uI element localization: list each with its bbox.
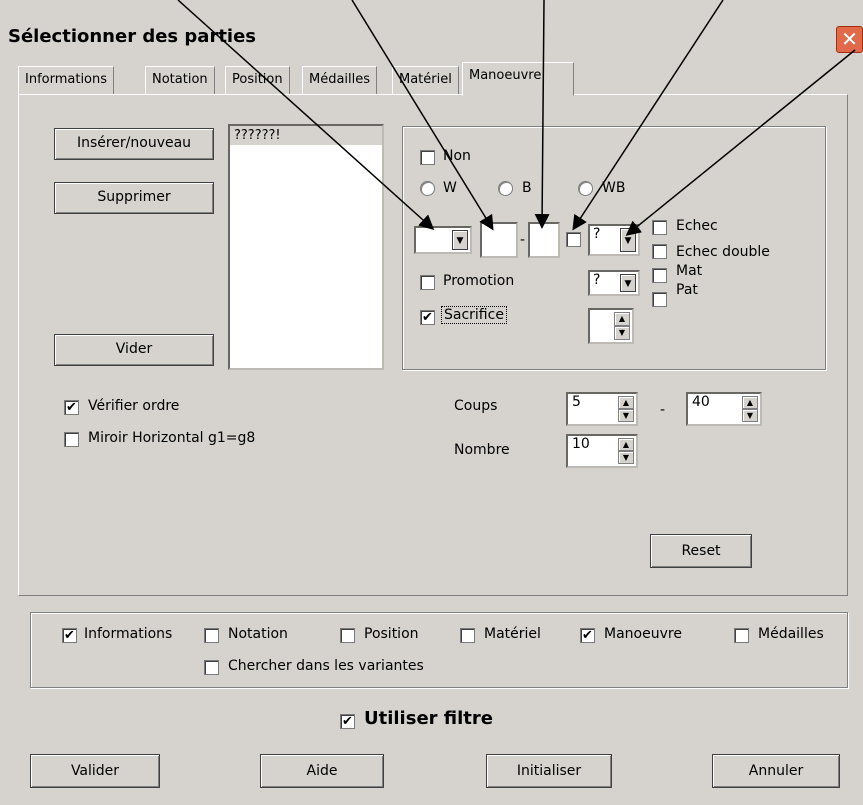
coups-to-value: 40 — [692, 394, 710, 410]
promotion-checkbox[interactable] — [420, 275, 435, 290]
clear-button[interactable]: Vider — [54, 334, 214, 366]
to-square-input[interactable] — [528, 222, 560, 258]
piece-dropdown[interactable]: ▼ — [414, 226, 472, 254]
tab-notation[interactable]: Notation — [145, 66, 215, 94]
spin-up-icon[interactable]: ▲ — [618, 438, 634, 451]
delete-button[interactable]: Supprimer — [54, 182, 214, 214]
sacrifice-label: Sacrifice — [441, 306, 507, 324]
mat-label: Mat — [676, 263, 703, 279]
verify-order-label: Vérifier ordre — [88, 398, 180, 414]
filter-medailles-checkbox[interactable] — [734, 628, 749, 643]
capture-checkbox[interactable] — [566, 232, 581, 247]
sacrifice-checkbox[interactable]: ✔ — [420, 310, 435, 325]
use-filter-checkbox[interactable]: ✔ — [340, 714, 355, 729]
pat-label: Pat — [676, 282, 698, 298]
close-button[interactable]: ✕ — [836, 26, 863, 53]
spin-down-icon[interactable]: ▼ — [618, 409, 634, 422]
mat-checkbox[interactable] — [652, 268, 667, 283]
validate-button[interactable]: Valider — [30, 754, 160, 788]
echec-checkbox[interactable] — [652, 220, 667, 235]
echec-label: Echec — [676, 218, 718, 234]
nombre-spinner[interactable]: 10 ▲ ▼ — [566, 434, 638, 468]
radio-b[interactable] — [498, 181, 513, 196]
spin-down-icon[interactable]: ▼ — [742, 409, 758, 422]
chevron-down-icon[interactable]: ▼ — [620, 228, 636, 252]
search-variants-label: Chercher dans les variantes — [228, 658, 424, 674]
coups-from-value: 5 — [572, 394, 581, 410]
square-dash: - — [520, 232, 526, 248]
move-listbox[interactable]: ??????! — [228, 124, 384, 370]
coups-from-spinner[interactable]: 5 ▲ ▼ — [566, 392, 638, 426]
radio-w[interactable] — [420, 181, 435, 196]
spin-up-icon[interactable]: ▲ — [618, 396, 634, 409]
spin-down-icon[interactable]: ▼ — [618, 451, 634, 464]
help-button[interactable]: Aide — [260, 754, 384, 788]
promotion-dropdown[interactable]: ? ▼ — [588, 270, 640, 296]
window-title: Sélectionner des parties — [8, 26, 257, 47]
spin-up-icon[interactable]: ▲ — [742, 396, 758, 409]
spin-up-icon[interactable]: ▲ — [614, 312, 630, 326]
coups-label: Coups — [454, 398, 498, 414]
search-variants-checkbox[interactable] — [204, 660, 219, 675]
filter-notation-checkbox[interactable] — [204, 628, 219, 643]
filter-manoeuvre-label: Manoeuvre — [604, 626, 682, 642]
nombre-label: Nombre — [454, 442, 510, 458]
filter-position-checkbox[interactable] — [340, 628, 355, 643]
non-label: Non — [443, 148, 471, 164]
spin-down-icon[interactable]: ▼ — [614, 326, 630, 340]
tab-manoeuvre[interactable]: Manoeuvre — [462, 62, 574, 96]
promotion-value: ? — [593, 272, 601, 288]
filter-informations-checkbox[interactable]: ✔ — [62, 628, 77, 643]
echec-double-label: Echec double — [676, 244, 770, 260]
mirror-label: Miroir Horizontal g1=g8 — [88, 430, 256, 446]
initialize-button[interactable]: Initialiser — [486, 754, 612, 788]
annotation-dropdown[interactable]: ? ▼ — [588, 224, 640, 256]
filter-medailles-label: Médailles — [758, 626, 824, 642]
echec-double-checkbox[interactable] — [652, 244, 667, 259]
chevron-down-icon[interactable]: ▼ — [452, 230, 468, 250]
filter-notation-label: Notation — [228, 626, 288, 642]
tab-position[interactable]: Position — [225, 66, 290, 94]
radio-w-label: W — [443, 180, 457, 196]
radio-wb[interactable] — [578, 181, 593, 196]
non-checkbox[interactable] — [420, 150, 435, 165]
cancel-button[interactable]: Annuler — [712, 754, 840, 788]
insert-new-button[interactable]: Insérer/nouveau — [54, 128, 214, 160]
nombre-value: 10 — [572, 436, 590, 452]
reset-button[interactable]: Reset — [650, 534, 752, 568]
list-item[interactable]: ??????! — [230, 126, 382, 145]
radio-wb-label: WB — [602, 180, 626, 196]
radio-b-label: B — [522, 180, 532, 196]
tab-informations[interactable]: Informations — [18, 66, 115, 94]
sacrifice-spinner[interactable]: ▲ ▼ — [588, 308, 634, 344]
coups-to-spinner[interactable]: 40 ▲ ▼ — [686, 392, 762, 426]
mirror-checkbox[interactable] — [64, 432, 79, 447]
filter-informations-label: Informations — [84, 626, 173, 642]
pat-checkbox[interactable] — [652, 292, 667, 307]
use-filter-label: Utiliser filtre — [364, 708, 493, 729]
filter-materiel-label: Matériel — [484, 626, 541, 642]
tab-materiel[interactable]: Matériel — [392, 66, 459, 94]
verify-order-checkbox[interactable]: ✔ — [64, 400, 79, 415]
filter-manoeuvre-checkbox[interactable]: ✔ — [580, 628, 595, 643]
filters-group — [30, 612, 848, 688]
coups-dash: - — [660, 402, 666, 418]
chevron-down-icon[interactable]: ▼ — [620, 274, 636, 292]
filter-materiel-checkbox[interactable] — [460, 628, 475, 643]
from-square-input[interactable] — [480, 222, 518, 258]
annotation-value: ? — [593, 226, 601, 242]
tab-medailles[interactable]: Médailles — [302, 66, 378, 94]
promotion-label: Promotion — [443, 273, 515, 289]
filter-position-label: Position — [364, 626, 419, 642]
